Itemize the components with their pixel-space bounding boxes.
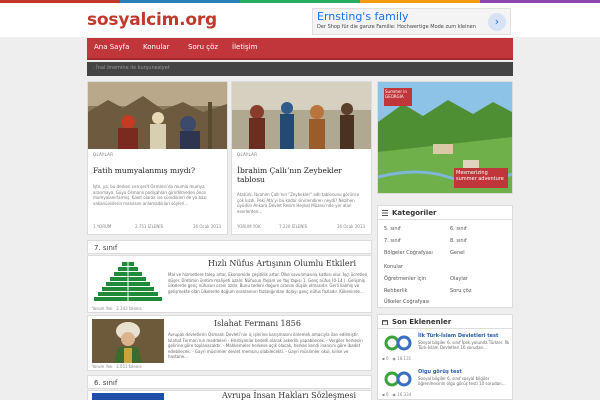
- ad-arrow-icon[interactable]: ›: [488, 13, 506, 31]
- category-link[interactable]: Öğretmenler için: [384, 276, 426, 282]
- category-link[interactable]: Konular: [384, 264, 403, 270]
- card-excerpt: İşte, ya; bu derken sıra şerit Osmanlı’d…: [93, 184, 207, 206]
- card-title[interactable]: Fatih mumyalanmış mıydı?: [93, 166, 223, 175]
- recent-posts-widget: Son Eklenenler İlk Türk-İslam Devletleri…: [377, 314, 513, 400]
- featured-card[interactable]: OLAYLAR İbrahim Çallı’nın Zeybekler tabl…: [231, 81, 372, 235]
- category-link[interactable]: 5. sınıf: [384, 226, 401, 232]
- comment-count[interactable]: YORUM YOK: [237, 224, 261, 229]
- categories-widget: Kategoriler 5. sınıf 6. sınıf 7. sınıf 8…: [377, 205, 513, 308]
- card-excerpt: Atatürk, İbrahim Çallı’nın "Zeybekler" a…: [237, 192, 360, 214]
- comment-count[interactable]: 0: [386, 356, 389, 361]
- ad-title[interactable]: Ernsting's family: [317, 10, 409, 23]
- recent-post-meta: ▪ 0 ◉ 16.334: [382, 392, 411, 397]
- comment-count[interactable]: Yorum Yok: [92, 364, 112, 369]
- comment-count[interactable]: 1 YORUM: [93, 224, 111, 229]
- header-ad-banner[interactable]: Ernsting's family Der Shop für die ganze…: [312, 8, 511, 35]
- category-link[interactable]: Soru çöz: [450, 288, 471, 294]
- view-count: 18.131: [397, 356, 412, 361]
- widget-title: Kategoriler: [392, 209, 437, 217]
- sidebar-ad[interactable]: Summer in GEORGIA Mesmerizing summer adv…: [377, 81, 513, 194]
- card-category[interactable]: OLAYLAR: [237, 152, 257, 157]
- section-header: 7. sınıf: [87, 240, 372, 254]
- comment-icon: ▪: [382, 356, 385, 361]
- post-title[interactable]: Hızlı Nüfus Artışının Olumlu Etkileri: [208, 259, 356, 268]
- eu-flag-image[interactable]: [92, 393, 164, 400]
- section-title[interactable]: 6. sınıf: [94, 379, 117, 387]
- recent-post-meta: ▪ 0 ◉ 18.131: [382, 356, 411, 361]
- widget-header: Kategoriler: [378, 206, 512, 220]
- section-header: 6. sınıf: [87, 375, 372, 389]
- subnav-bar: · İnal önemine ile kurşunesiyet: [87, 62, 513, 76]
- widget-header: Son Eklenenler: [378, 315, 512, 329]
- view-count: 16.334: [397, 392, 412, 397]
- category-link[interactable]: Bölgeler Coğrafyası: [384, 250, 434, 256]
- subnav-text: · İnal önemine ile kurşunesiyet: [93, 65, 170, 71]
- comment-count[interactable]: 0: [386, 392, 389, 397]
- section-title[interactable]: 7. sınıf: [94, 244, 117, 252]
- post-date: 26 Ocak 2013: [193, 224, 221, 229]
- post-meta: Yorum Yok 2.011 İzlenis: [92, 364, 142, 369]
- card-meta: YORUM YOK 7.220 İZLENİS 26 Ocak 2013: [237, 224, 367, 232]
- view-count: 2.751 İZLENİS: [135, 224, 164, 229]
- category-link[interactable]: Olaylar: [450, 276, 468, 282]
- category-link[interactable]: Genel: [450, 250, 465, 256]
- comment-icon: ▪: [382, 392, 385, 397]
- recent-post-title[interactable]: Olgu görüş test: [418, 369, 462, 375]
- header: sosyalcim.org Ernsting's family Der Shop…: [0, 3, 600, 37]
- sultan-portrait-image[interactable]: [92, 319, 164, 363]
- nav-item-iletisim[interactable]: İletişim: [232, 43, 257, 51]
- card-meta: 1 YORUM 2.751 İZLENİS 26 Ocak 2013: [93, 224, 223, 232]
- post-meta: Yorum Yok 2.143 İzlenis: [92, 306, 142, 311]
- card-category[interactable]: OLAYLAR: [93, 152, 113, 157]
- post-date: 26 Ocak 2013: [337, 224, 365, 229]
- recent-thumbnail[interactable]: [382, 369, 414, 389]
- recent-thumbnail[interactable]: [382, 333, 414, 353]
- view-count: 2.011 İzlenis: [116, 364, 142, 369]
- ad-subtitle: Der Shop für die ganze Familie: Hochwert…: [317, 24, 476, 30]
- featured-card[interactable]: OLAYLAR Fatih mumyalanmış mıydı? İşte, y…: [87, 81, 228, 235]
- main-nav: Ana Sayfa Konular Soru çöz İletişim: [87, 38, 513, 60]
- eye-icon: ◉: [392, 356, 396, 361]
- eye-icon: ◉: [392, 392, 396, 397]
- nav-item-ana-sayfa[interactable]: Ana Sayfa: [94, 43, 129, 51]
- post-item[interactable]: Hızlı Nüfus Artışının Olumlu Etkileri Ma…: [87, 255, 372, 313]
- post-title[interactable]: Avrupa İnsan Hakları Sözleşmesi: [222, 391, 356, 400]
- widget-title: Son Eklenenler: [392, 318, 452, 326]
- nav-item-soru-coz[interactable]: Soru çöz: [188, 43, 218, 51]
- recent-post-excerpt: Sosyal bilgiler 6. sınıf İpek yolunda Tü…: [418, 340, 510, 350]
- ad-top-label[interactable]: Summer in GEORGIA: [384, 88, 412, 106]
- comment-count[interactable]: Yorum Yok: [92, 306, 112, 311]
- category-link[interactable]: 7. sınıf: [384, 238, 401, 244]
- ad-bottom-label[interactable]: Mesmerizing summer adventure: [454, 168, 508, 188]
- list-icon: [382, 210, 388, 216]
- category-link[interactable]: Ülkeler Coğrafyası: [384, 299, 430, 305]
- nav-item-konular[interactable]: Konular: [143, 43, 170, 51]
- post-excerpt: Avrupalı devletlerin Osmanlı Devleti’nin…: [168, 332, 363, 359]
- category-link[interactable]: 8. sınıf: [450, 238, 467, 244]
- post-excerpt: Mal ve hizmetlere talep artar. Ekonomide…: [168, 272, 368, 294]
- category-link[interactable]: 6. sınıf: [450, 226, 467, 232]
- recent-post-title[interactable]: İlk Türk-İslam Devletleri test: [418, 333, 498, 339]
- card-title[interactable]: İbrahim Çallı’nın Zeybekler tablosu: [237, 166, 367, 184]
- view-count: 2.143 İzlenis: [116, 306, 142, 311]
- category-link[interactable]: Rehberlik: [384, 288, 407, 294]
- card-image[interactable]: [88, 82, 227, 149]
- view-count: 7.220 İZLENİS: [279, 224, 308, 229]
- post-item[interactable]: Islahat Fermanı 1856 Avrupalı devletleri…: [87, 315, 372, 371]
- population-pyramid-image[interactable]: [92, 260, 164, 304]
- post-title[interactable]: Islahat Fermanı 1856: [214, 319, 301, 328]
- site-logo[interactable]: sosyalcim.org: [87, 10, 217, 30]
- card-image[interactable]: [232, 82, 371, 149]
- calendar-icon: [382, 320, 388, 325]
- post-item[interactable]: Avrupa İnsan Hakları Sözleşmesi: [87, 390, 372, 400]
- recent-post-excerpt: Sosyal bilgiler 6. sınıf sosyal bilgiler…: [418, 376, 506, 386]
